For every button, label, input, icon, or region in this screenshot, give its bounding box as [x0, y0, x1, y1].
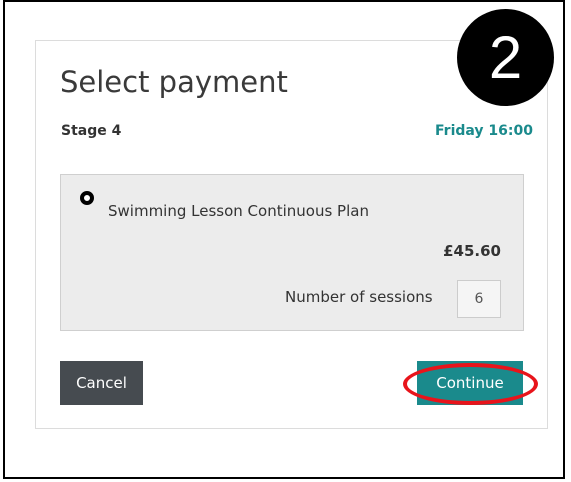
sessions-label: Number of sessions [285, 288, 433, 306]
continue-button[interactable]: Continue [417, 361, 523, 405]
step-number-badge: 2 [457, 9, 554, 106]
payment-option-radio[interactable] [80, 191, 94, 205]
plan-name: Swimming Lesson Continuous Plan [108, 202, 369, 220]
stage-label: Stage 4 [61, 123, 122, 139]
session-datetime: Friday 16:00 [435, 123, 533, 139]
page-title: Select payment [60, 65, 288, 99]
cancel-button[interactable]: Cancel [60, 361, 143, 405]
plan-price: £45.60 [443, 242, 501, 260]
sessions-count-field[interactable]: 6 [457, 280, 501, 318]
